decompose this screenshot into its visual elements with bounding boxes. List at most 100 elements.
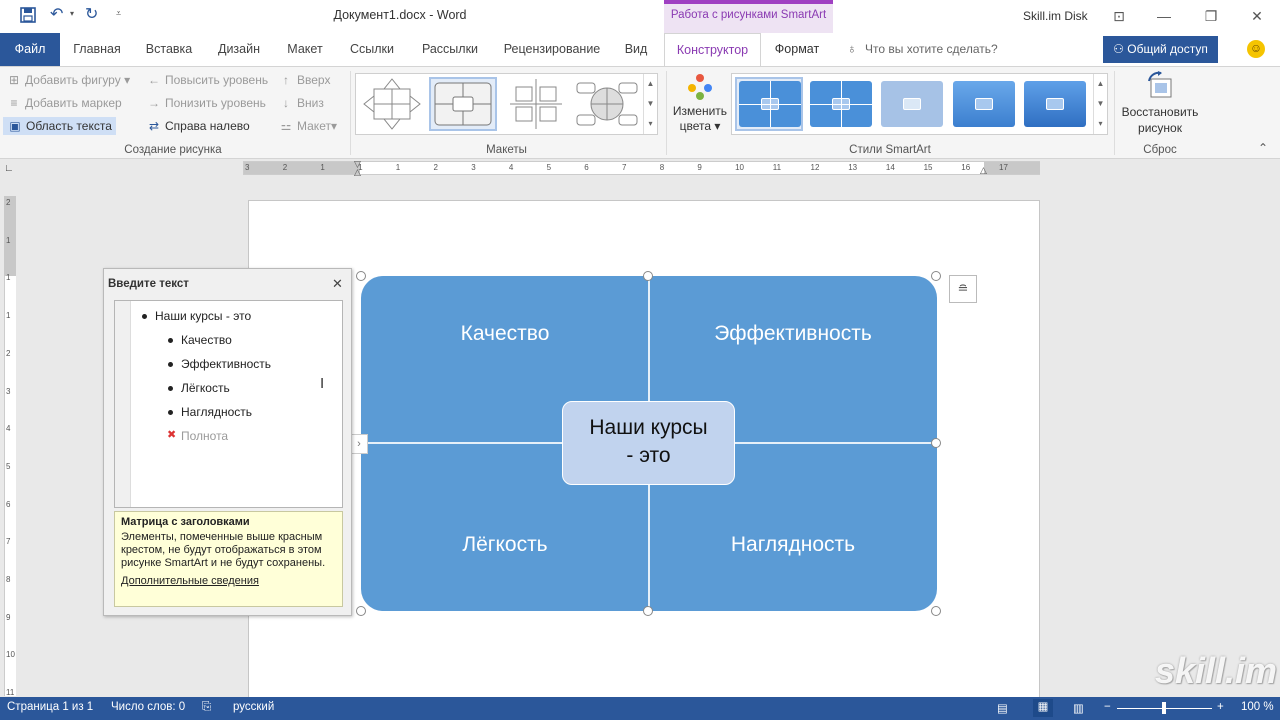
add-shape-button[interactable]: ⊞ Добавить фигуру ▾: [6, 73, 130, 87]
skill-disk-label[interactable]: Skill.im Disk: [1023, 9, 1088, 23]
text-pane-toggle-arrow-icon[interactable]: ›: [350, 434, 368, 454]
promote-button[interactable]: ← Повысить уровень: [146, 73, 268, 87]
indent-marker-icon[interactable]: ▽ △: [354, 160, 361, 177]
style-thumb-3[interactable]: [881, 81, 943, 127]
ruler-tick-label: 1: [320, 163, 325, 172]
right-to-left-button[interactable]: ⇄ Справа налево: [146, 119, 250, 133]
close-icon[interactable]: ✕: [332, 276, 343, 292]
resize-handle[interactable]: [931, 271, 941, 281]
tab-layout[interactable]: Макет: [279, 33, 331, 66]
ruler-tick-label: 3: [471, 163, 476, 172]
text-pane: Введите текст ✕ Наши курсы - это Качеств…: [103, 268, 352, 616]
group-label-styles: Стили SmartArt: [849, 144, 931, 156]
zoom-level[interactable]: 100 %: [1241, 701, 1274, 713]
bullet-icon: [168, 362, 173, 367]
tab-mailings[interactable]: Рассылки: [413, 33, 487, 66]
demote-button[interactable]: → Понизить уровень: [146, 96, 266, 110]
word-count[interactable]: Число слов: 0: [111, 701, 185, 713]
layout-thumb-1[interactable]: [358, 77, 426, 131]
vertical-ruler[interactable]: 2 1 1 1 2 3 4 5 6 7 8 9 10 11: [4, 196, 16, 697]
language[interactable]: русский: [233, 701, 274, 713]
tab-view[interactable]: Вид: [617, 33, 655, 66]
zoom-in-icon[interactable]: +: [1217, 701, 1224, 713]
swap-icon: ⇄: [148, 119, 160, 133]
org-layout-icon: ⚍: [280, 119, 292, 133]
resize-handle[interactable]: [643, 606, 653, 616]
resize-handle[interactable]: [356, 271, 366, 281]
layout-thumb-3[interactable]: [502, 77, 570, 131]
proofing-icon[interactable]: ⎘: [202, 701, 211, 714]
share-button[interactable]: ⚇ Общий доступ: [1103, 36, 1218, 63]
styles-gallery-scroll[interactable]: ▲ ▼ ▾: [1093, 74, 1107, 134]
horizontal-ruler[interactable]: 3 2 1 1 1 2 3 4 5 6 7 8 9 10 11 12 13 14 15 16 17: [243, 161, 1040, 175]
right-indent-marker-icon[interactable]: △: [980, 165, 987, 176]
quadrant-top-right[interactable]: Эффективность: [649, 322, 937, 346]
tab-stop-selector-icon[interactable]: ∟: [4, 163, 16, 175]
layout-button[interactable]: ⚍ Макет▾: [278, 119, 337, 133]
group-label-create: Создание рисунка: [124, 144, 222, 156]
more-info-link[interactable]: Дополнительные сведения: [121, 575, 336, 588]
add-bullet-button[interactable]: ≡ Добавить маркер: [6, 96, 121, 110]
resize-handle[interactable]: [356, 606, 366, 616]
list-item-text: Полнота: [181, 429, 229, 443]
style-thumb-2[interactable]: [810, 81, 872, 127]
list-item[interactable]: Наши курсы - это: [142, 309, 252, 323]
tab-insert[interactable]: Вставка: [138, 33, 200, 66]
promote-label: Повысить уровень: [165, 73, 269, 87]
page-count[interactable]: Страница 1 из 1: [7, 701, 93, 713]
layout-thumb-4[interactable]: [573, 77, 641, 131]
tell-me-input[interactable]: Что вы хотите сделать?: [865, 42, 998, 56]
layout-info-title: Матрица с заголовками: [121, 516, 250, 528]
center-shape[interactable]: Наши курсы - это: [562, 401, 735, 485]
text-pane-list[interactable]: Наши курсы - это Качество Эффективность …: [114, 300, 343, 508]
quadrant-bottom-left[interactable]: Лёгкость: [361, 533, 649, 557]
resize-handle[interactable]: [931, 606, 941, 616]
collapse-ribbon-icon[interactable]: ⌃: [1258, 141, 1268, 155]
minimize-icon[interactable]: —: [1150, 5, 1178, 27]
smartart-graphic[interactable]: Качество Эффективность Лёгкость Наглядно…: [361, 276, 937, 611]
feedback-smiley-icon[interactable]: ☺: [1247, 40, 1265, 58]
list-item-hidden[interactable]: ✖ Полнота: [167, 429, 229, 443]
tab-format[interactable]: Формат: [763, 33, 831, 66]
zoom-slider-thumb[interactable]: [1162, 702, 1166, 714]
style-thumb-1-selected[interactable]: [735, 77, 803, 131]
layout-options-icon[interactable]: ≘: [949, 275, 977, 303]
change-colors-button[interactable]: Изменить цвета ▾: [670, 71, 730, 141]
ruler-tick-label: 3: [6, 386, 11, 396]
zoom-out-icon[interactable]: −: [1104, 701, 1111, 713]
web-layout-icon[interactable]: ▥: [1073, 701, 1084, 715]
resize-handle[interactable]: [643, 271, 653, 281]
list-item-text: Наши курсы - это: [155, 309, 252, 323]
list-item[interactable]: Эффективность: [168, 357, 271, 371]
list-item[interactable]: Наглядность: [168, 405, 252, 419]
read-mode-icon[interactable]: ▤: [997, 701, 1008, 715]
quadrant-bottom-right[interactable]: Наглядность: [649, 533, 937, 557]
move-up-button[interactable]: ↑ Вверх: [278, 73, 330, 87]
move-down-button[interactable]: ↓ Вниз: [278, 96, 324, 110]
restore-icon[interactable]: ❐: [1197, 5, 1225, 27]
reset-graphic-button[interactable]: Восстановить рисунок: [1118, 71, 1202, 141]
title-bar: ↶ ▾ ↻ ⩡ Документ1.docx - Word Работа с р…: [0, 0, 1280, 33]
ruler-tick-label: 5: [546, 163, 552, 172]
tab-references[interactable]: Ссылки: [341, 33, 403, 66]
quadrant-top-left[interactable]: Качество: [361, 322, 649, 346]
list-item[interactable]: Лёгкость: [168, 381, 230, 395]
list-item[interactable]: Качество: [168, 333, 232, 347]
tab-construct[interactable]: Конструктор: [664, 33, 761, 67]
tab-review[interactable]: Рецензирование: [497, 33, 607, 66]
style-thumb-4[interactable]: [953, 81, 1015, 127]
layouts-gallery-scroll[interactable]: ▲ ▼ ▾: [643, 74, 657, 134]
print-layout-icon[interactable]: ▦: [1033, 699, 1053, 717]
ruler-tick-label: 2: [6, 348, 11, 358]
layout-thumb-2-selected[interactable]: [429, 77, 497, 131]
tab-file[interactable]: Файл: [0, 33, 60, 66]
style-thumb-5[interactable]: [1024, 81, 1086, 127]
close-icon[interactable]: ✕: [1243, 5, 1271, 27]
text-pane-button[interactable]: ▣ Область текста: [3, 117, 116, 135]
resize-handle[interactable]: [931, 438, 941, 448]
tab-design[interactable]: Дизайн: [209, 33, 269, 66]
tab-home[interactable]: Главная: [64, 33, 130, 66]
add-bullet-icon: ≡: [10, 96, 18, 110]
palette-icon: [688, 74, 712, 100]
ribbon-display-icon[interactable]: ⊡: [1105, 5, 1133, 27]
